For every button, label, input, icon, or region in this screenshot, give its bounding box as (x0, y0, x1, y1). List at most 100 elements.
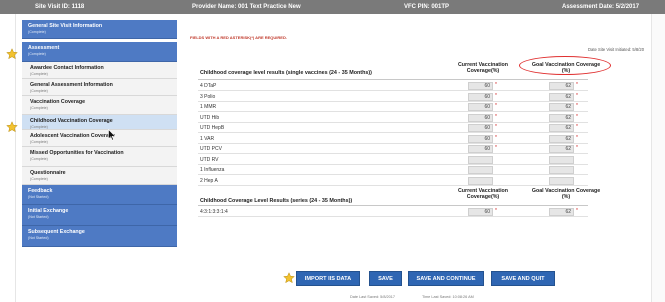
site-visit-id: Site Visit ID: 1118 (35, 4, 85, 10)
required-asterisk: * (576, 124, 578, 130)
sidebar-item-label: General Assessment Information (30, 82, 113, 88)
current-coverage-input[interactable]: 60 (468, 113, 493, 122)
star-icon (6, 121, 18, 133)
sidebar-item-status: (Complete) (28, 52, 46, 56)
sidebar-item-label: Subsequent Exchange (28, 229, 85, 235)
sidebar-item-status: (Not Started) (28, 236, 49, 240)
sidebar-item-status: (Not Started) (28, 195, 49, 199)
table-divider (198, 79, 588, 80)
required-asterisk: * (495, 113, 497, 120)
window-right-margin (651, 14, 665, 302)
sidebar-item-awardee-contact[interactable]: Awardee Contact Information (Complete) (22, 62, 177, 79)
current-coverage-input[interactable] (468, 176, 493, 185)
sidebar-item-status: (Complete) (30, 125, 48, 129)
highlight-circle (519, 56, 611, 75)
required-asterisk: * (495, 103, 497, 109)
current-coverage-input[interactable]: 60 (468, 103, 493, 111)
import-iis-data-button[interactable]: IMPORT IIS DATA (296, 271, 360, 286)
sidebar-item-label: Vaccination Coverage (30, 99, 86, 105)
vaccine-label: 4 DTaP (200, 83, 217, 89)
save-and-quit-button[interactable]: SAVE AND QUIT (491, 271, 555, 286)
required-asterisk: * (495, 82, 497, 88)
table-row: UTD HepB 60 62 * * (198, 123, 588, 133)
sidebar-item-questionnaire[interactable]: Questionnaire (Complete) (22, 167, 177, 185)
sidebar-item-label: Missed Opportunities for Vaccination (30, 150, 124, 156)
sidebar-item-label: Feedback (28, 188, 53, 194)
sidebar-item-general-site-visit[interactable]: General Site Visit Information (Complete… (22, 20, 177, 39)
star-icon (283, 272, 295, 284)
vaccine-label: 1 MMR (200, 104, 217, 110)
mouse-cursor-icon (108, 128, 116, 141)
current-coverage-input[interactable]: 60 (468, 208, 493, 216)
current-coverage-input[interactable]: 60 (468, 92, 493, 101)
sidebar-item-status: (Complete) (30, 177, 48, 181)
vaccine-label: 4:3:1:3:3:1:4 (200, 209, 228, 215)
current-coverage-input[interactable]: 60 (468, 134, 493, 143)
goal-coverage-input[interactable] (549, 155, 574, 164)
required-asterisk: * (576, 103, 578, 109)
vaccine-label: 1 Influenza (200, 167, 225, 173)
table-row: 1 Influenza (198, 165, 588, 175)
sidebar-item-status: (Complete) (30, 106, 48, 110)
goal-coverage-input[interactable]: 62 (549, 82, 574, 90)
vaccine-label: UTD RV (200, 156, 219, 163)
goal-coverage-input[interactable]: 62 (549, 103, 574, 111)
sidebar-item-status: (Not Started) (28, 215, 49, 219)
required-asterisk: * (576, 134, 578, 141)
current-coverage-input[interactable] (468, 166, 493, 174)
star-icon (6, 48, 18, 60)
sidebar-item-assessment[interactable]: Assessment (Complete) (22, 42, 177, 62)
current-coverage-input[interactable]: 60 (468, 145, 493, 153)
sidebar-item-missed-opportunities[interactable]: Missed Opportunities for Vaccination (Co… (22, 147, 177, 167)
vaccine-label: 1 VAR (200, 135, 215, 142)
sidebar-item-general-assessment[interactable]: General Assessment Information (Complete… (22, 79, 177, 96)
vaccine-label: 3 Polio (200, 93, 216, 100)
goal-coverage-input[interactable]: 62 (549, 92, 574, 101)
sidebar-item-childhood-vaccination-coverage[interactable]: Childhood Vaccination Coverage (Complete… (22, 115, 177, 130)
goal-coverage-input[interactable] (549, 166, 574, 174)
goal-coverage-input[interactable] (549, 176, 574, 185)
assessment-date: Assessment Date: 5/2/2017 (562, 4, 640, 10)
current-coverage-input[interactable] (468, 155, 493, 164)
date-last-saved: Date Last Saved: 5/8/2017 (350, 295, 395, 299)
series-table-title: Childhood Coverage Level Results (series… (200, 198, 353, 204)
header-bar: Site Visit ID: 1118 Provider Name: 001 T… (0, 0, 665, 14)
sidebar-item-subsequent-exchange[interactable]: Subsequent Exchange (Not Started) (22, 226, 177, 247)
time-last-saved: Time Last Saved: 10:08:26 AM (422, 295, 474, 299)
current-coverage-input[interactable]: 60 (468, 82, 493, 90)
vfc-pin: VFC PIN: 001TP (404, 4, 450, 10)
sidebar-item-feedback[interactable]: Feedback (Not Started) (22, 185, 177, 205)
single-vaccines-table-title: Childhood coverage level results (single… (200, 70, 372, 76)
required-asterisk: * (495, 208, 497, 214)
current-coverage-input[interactable]: 60 (468, 124, 493, 132)
provider-name: Provider Name: 001 Text Practice New (192, 4, 301, 10)
sidebar-item-status: (Complete) (30, 157, 48, 161)
save-button[interactable]: SAVE (369, 271, 402, 286)
required-asterisk: * (576, 208, 578, 214)
sidebar-item-label: Questionnaire (30, 170, 66, 176)
sidebar-item-status: (Complete) (30, 140, 48, 144)
goal-coverage-input[interactable]: 62 (549, 134, 574, 143)
required-asterisk: * (576, 145, 578, 151)
table-row: UTD Hib 60 62 * * (198, 113, 588, 123)
sidebar-item-status: (Complete) (30, 72, 48, 76)
current-coverage-header: Current Vaccination Coverage(%) (457, 62, 509, 74)
table-row: UTD PCV 60 62 * * (198, 144, 588, 154)
goal-coverage-input[interactable]: 62 (549, 208, 574, 216)
sidebar-item-label: Awardee Contact Information (30, 65, 104, 71)
sidebar-item-vaccination-coverage[interactable]: Vaccination Coverage (Complete) (22, 96, 177, 115)
table-row: UTD RV (198, 155, 588, 165)
sidebar-item-adolescent-vaccination-coverage[interactable]: Adolescent Vaccination Coverage (Complet… (22, 130, 177, 147)
table-divider (198, 205, 588, 206)
goal-coverage-input[interactable]: 62 (549, 124, 574, 132)
vaccine-label: 2 Hep A (200, 177, 218, 184)
sidebar-item-label: Childhood Vaccination Coverage (30, 118, 113, 124)
sidebar-nav: General Site Visit Information (Complete… (22, 20, 177, 247)
sidebar-item-label: General Site Visit Information (28, 23, 103, 29)
goal-coverage-input[interactable]: 62 (549, 113, 574, 122)
save-and-continue-button[interactable]: SAVE AND CONTINUE (408, 271, 484, 286)
goal-coverage-input[interactable]: 62 (549, 145, 574, 153)
sidebar-item-label: Adolescent Vaccination Coverage (30, 133, 116, 139)
table-row: 1 VAR 60 62 * * (198, 134, 588, 144)
sidebar-item-initial-exchange[interactable]: Initial Exchange (Not Started) (22, 205, 177, 226)
